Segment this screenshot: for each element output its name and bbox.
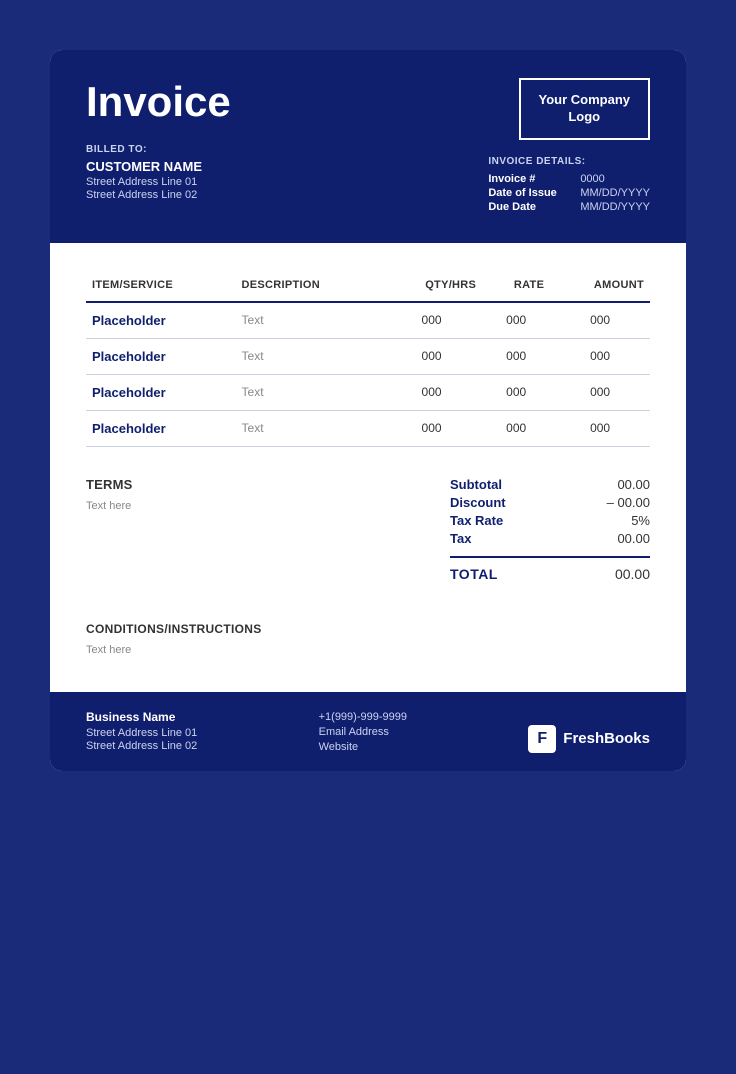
footer-website: Website bbox=[319, 741, 407, 753]
company-logo-box: Your Company Logo bbox=[519, 78, 651, 140]
subtotal-value: 00.00 bbox=[617, 477, 650, 492]
freshbooks-brand-text: FreshBooks bbox=[563, 730, 650, 747]
discount-label: Discount bbox=[450, 495, 506, 510]
due-date-value: MM/DD/YYYY bbox=[580, 201, 650, 213]
company-logo-text: Your Company Logo bbox=[539, 92, 631, 126]
total-label: TOTAL bbox=[450, 566, 498, 582]
row-rate: 000 bbox=[482, 374, 550, 410]
tax-rate-row: Tax Rate 5% bbox=[450, 513, 650, 528]
header-left: Invoice BILLED TO: CUSTOMER NAME Street … bbox=[86, 78, 231, 202]
invoice-number-value: 0000 bbox=[580, 173, 604, 185]
invoice-footer: Business Name Street Address Line 01 Str… bbox=[50, 692, 686, 771]
freshbooks-icon: F bbox=[528, 725, 556, 753]
customer-name: CUSTOMER NAME bbox=[86, 159, 231, 174]
row-description: Text bbox=[236, 410, 381, 446]
tax-label: Tax bbox=[450, 531, 471, 546]
tax-row: Tax 00.00 bbox=[450, 531, 650, 546]
row-rate: 000 bbox=[482, 338, 550, 374]
footer-email: Email Address bbox=[319, 726, 407, 738]
freshbooks-logo: F FreshBooks bbox=[528, 725, 650, 753]
invoice-number-row: Invoice # 0000 bbox=[488, 173, 604, 185]
totals-section: Subtotal 00.00 Discount – 00.00 Tax Rate… bbox=[450, 477, 650, 582]
conditions-section: CONDITIONS/INSTRUCTIONS Text here bbox=[86, 606, 650, 656]
table-row: Placeholder Text 000 000 000 bbox=[86, 338, 650, 374]
col-item: ITEM/SERVICE bbox=[86, 271, 236, 302]
subtotal-row: Subtotal 00.00 bbox=[450, 477, 650, 492]
total-final-row: TOTAL 00.00 bbox=[450, 566, 650, 582]
conditions-label: CONDITIONS/INSTRUCTIONS bbox=[86, 622, 650, 636]
row-qty: 000 bbox=[381, 302, 482, 339]
row-item: Placeholder bbox=[86, 374, 236, 410]
row-description: Text bbox=[236, 374, 381, 410]
row-description: Text bbox=[236, 302, 381, 339]
billed-to-label: BILLED TO: bbox=[86, 144, 231, 155]
table-header-row: ITEM/SERVICE DESCRIPTION QTY/HRS RATE AM… bbox=[86, 271, 650, 302]
row-amount: 000 bbox=[550, 374, 650, 410]
discount-value: – 00.00 bbox=[607, 495, 650, 510]
row-amount: 000 bbox=[550, 338, 650, 374]
table-row: Placeholder Text 000 000 000 bbox=[86, 410, 650, 446]
col-description: DESCRIPTION bbox=[236, 271, 381, 302]
table-row: Placeholder Text 000 000 000 bbox=[86, 302, 650, 339]
billed-address-line2: Street Address Line 02 bbox=[86, 189, 231, 201]
tax-value: 00.00 bbox=[617, 531, 650, 546]
col-amount: AMOUNT bbox=[550, 271, 650, 302]
invoice-table: ITEM/SERVICE DESCRIPTION QTY/HRS RATE AM… bbox=[86, 271, 650, 447]
invoice-number-label: Invoice # bbox=[488, 173, 568, 185]
footer-address-line2: Street Address Line 02 bbox=[86, 740, 197, 752]
invoice-container: Invoice BILLED TO: CUSTOMER NAME Street … bbox=[50, 50, 686, 771]
footer-right: F FreshBooks bbox=[528, 725, 650, 753]
footer-left: Business Name Street Address Line 01 Str… bbox=[86, 710, 197, 753]
row-amount: 000 bbox=[550, 302, 650, 339]
footer-address-line1: Street Address Line 01 bbox=[86, 727, 197, 739]
due-date-row: Due Date MM/DD/YYYY bbox=[488, 201, 650, 213]
discount-row: Discount – 00.00 bbox=[450, 495, 650, 510]
row-rate: 000 bbox=[482, 302, 550, 339]
row-amount: 000 bbox=[550, 410, 650, 446]
footer-phone: +1(999)-999-9999 bbox=[319, 711, 407, 723]
main-content: ITEM/SERVICE DESCRIPTION QTY/HRS RATE AM… bbox=[50, 243, 686, 684]
total-value: 00.00 bbox=[615, 566, 650, 582]
table-header: ITEM/SERVICE DESCRIPTION QTY/HRS RATE AM… bbox=[86, 271, 650, 302]
date-of-issue-label: Date of Issue bbox=[488, 187, 568, 199]
col-rate: RATE bbox=[482, 271, 550, 302]
terms-label: TERMS bbox=[86, 477, 366, 492]
invoice-details-label: INVOICE DETAILS: bbox=[488, 156, 585, 167]
row-qty: 000 bbox=[381, 410, 482, 446]
tax-rate-label: Tax Rate bbox=[450, 513, 503, 528]
date-of-issue-row: Date of Issue MM/DD/YYYY bbox=[488, 187, 650, 199]
terms-section: TERMS Text here bbox=[86, 477, 366, 512]
billed-address-line1: Street Address Line 01 bbox=[86, 176, 231, 188]
terms-text: Text here bbox=[86, 500, 366, 512]
total-divider bbox=[450, 556, 650, 558]
bottom-section: TERMS Text here Subtotal 00.00 Discount … bbox=[86, 477, 650, 582]
row-item: Placeholder bbox=[86, 338, 236, 374]
row-item: Placeholder bbox=[86, 410, 236, 446]
subtotal-label: Subtotal bbox=[450, 477, 502, 492]
invoice-header: Invoice BILLED TO: CUSTOMER NAME Street … bbox=[50, 50, 686, 243]
date-of-issue-value: MM/DD/YYYY bbox=[580, 187, 650, 199]
table-row: Placeholder Text 000 000 000 bbox=[86, 374, 650, 410]
row-qty: 000 bbox=[381, 374, 482, 410]
col-qty: QTY/HRS bbox=[381, 271, 482, 302]
invoice-title: Invoice bbox=[86, 78, 231, 126]
page-wrapper: Invoice BILLED TO: CUSTOMER NAME Street … bbox=[20, 20, 716, 1054]
footer-center: +1(999)-999-9999 Email Address Website bbox=[319, 711, 407, 753]
freshbooks-icon-letter: F bbox=[537, 730, 547, 748]
row-qty: 000 bbox=[381, 338, 482, 374]
tax-rate-value: 5% bbox=[631, 513, 650, 528]
header-right: Your Company Logo INVOICE DETAILS: Invoi… bbox=[488, 78, 650, 215]
conditions-text: Text here bbox=[86, 644, 650, 656]
row-description: Text bbox=[236, 338, 381, 374]
row-item: Placeholder bbox=[86, 302, 236, 339]
row-rate: 000 bbox=[482, 410, 550, 446]
due-date-label: Due Date bbox=[488, 201, 568, 213]
table-body: Placeholder Text 000 000 000 Placeholder… bbox=[86, 302, 650, 447]
footer-business-name: Business Name bbox=[86, 710, 197, 724]
